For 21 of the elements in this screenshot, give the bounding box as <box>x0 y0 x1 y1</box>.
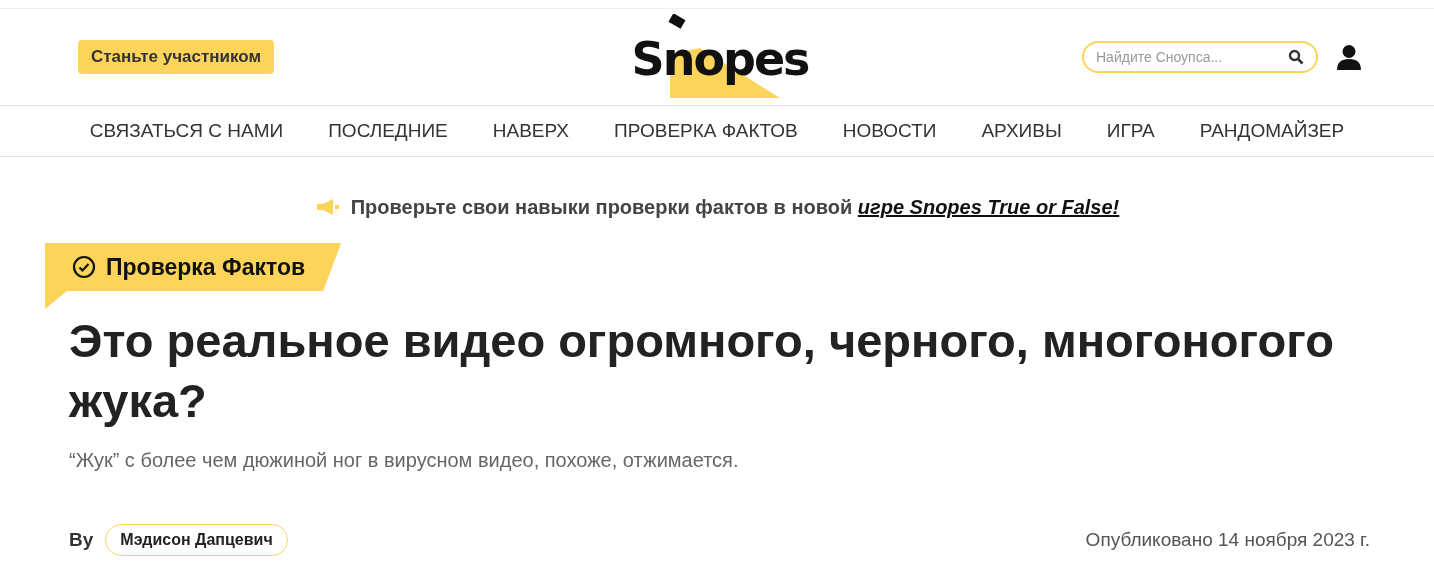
tag-label: Проверка Фактов <box>106 253 306 281</box>
search-field[interactable]: Найдите Сноупса... <box>1082 41 1318 73</box>
nav-link[interactable]: ПОСЛЕДНИЕ <box>328 120 448 142</box>
nav-link[interactable]: СВЯЗАТЬСЯ С НАМИ <box>89 120 284 142</box>
user-icon[interactable] <box>1336 44 1362 70</box>
publish-date: Опубликовано 14 ноября 2023 г. <box>1085 529 1370 551</box>
join-button[interactable]: Станьте участником <box>78 40 275 74</box>
nav-link[interactable]: НАВЕРХ <box>492 120 570 142</box>
promo-text: Проверьте свои навыки проверки фактов в новой игре Snopes True or False! <box>350 195 1120 219</box>
nav-link[interactable]: ИГРА <box>1106 120 1155 142</box>
article-title: Это реальное видео огромного, черного, многоногого жука? <box>68 313 1335 429</box>
nav-link[interactable]: АРХИВЫ <box>981 120 1062 142</box>
nav-link[interactable]: РАНДОМАЙЗЕР <box>1199 120 1345 142</box>
by-label: By <box>69 529 94 551</box>
game-link[interactable]: игре Snopes True or False! <box>857 195 1120 218</box>
article-subtitle: “Жук” с более чем дюжиной ног в вирусном видео, похоже, отжимается. <box>69 449 740 472</box>
search-icon[interactable] <box>1288 49 1304 65</box>
nav-link[interactable]: ПРОВЕРКА ФАКТОВ <box>614 120 798 142</box>
check-circle-icon <box>72 255 96 279</box>
nav-link[interactable]: НОВОСТИ <box>842 120 937 142</box>
megaphone-icon <box>314 199 339 215</box>
